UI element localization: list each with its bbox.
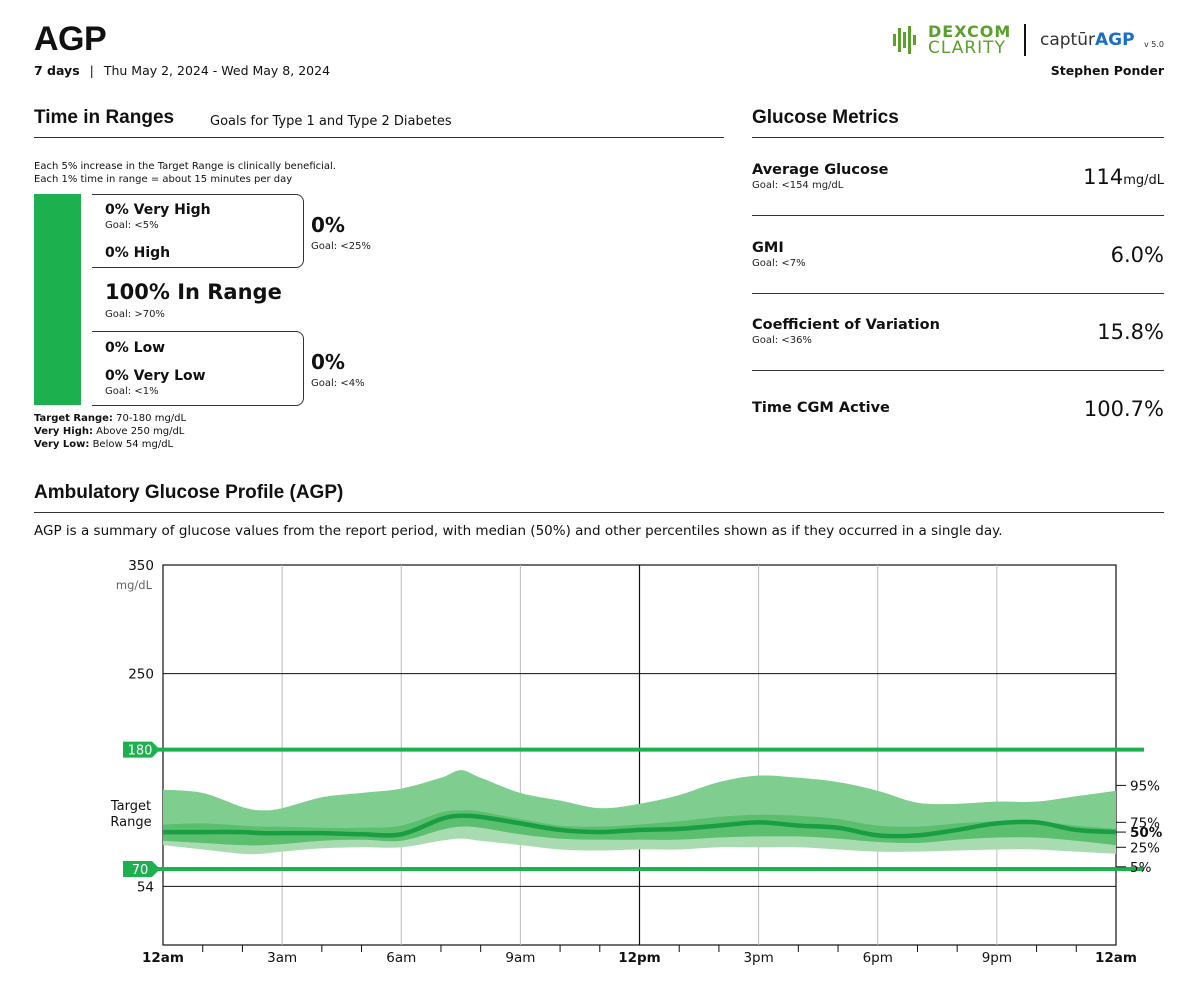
def-very-high: Very High: Above 250 mg/dL <box>34 426 184 437</box>
metric-divider <box>752 370 1164 371</box>
x-tick-label: 6pm <box>863 950 893 966</box>
metric-label-cgm-active: Time CGM Active <box>752 400 890 416</box>
in-range-label: 100% In Range <box>105 280 282 304</box>
very-low-label: 0% Very Low <box>105 368 206 384</box>
y-tick-label: 350 <box>128 558 154 574</box>
capturagp-logo: captūrAGP <box>1040 30 1135 50</box>
y-tick-label: 54 <box>137 879 154 895</box>
tir-note-2: Each 1% time in range = about 15 minutes… <box>34 174 293 185</box>
x-tick-label: 12pm <box>618 950 661 966</box>
tir-divider <box>34 137 724 138</box>
metric-divider <box>752 293 1164 294</box>
glucose-metrics-title: Glucose Metrics <box>752 107 899 128</box>
percentile-label: 25% <box>1130 840 1160 856</box>
metric-goal-gmi: Goal: <7% <box>752 258 806 269</box>
logo-version: v 5.0 <box>1144 40 1164 49</box>
report-date-range: Thu May 2, 2024 - Wed May 8, 2024 <box>103 63 331 78</box>
metric-goal-cv: Goal: <36% <box>752 335 812 346</box>
def-target-label: Target Range: <box>34 413 113 424</box>
page-title: AGP <box>34 20 107 58</box>
x-tick-label: 9am <box>505 950 535 966</box>
in-range-goal: Goal: >70% <box>105 309 165 320</box>
target-range-label: Target <box>110 799 151 814</box>
clarity-wordmark: CLARITY <box>928 38 1006 58</box>
agp-description: AGP is a summary of glucose values from … <box>34 523 1003 539</box>
percentile-label: 50% <box>1130 825 1163 841</box>
very-high-label: 0% Very High <box>105 202 211 218</box>
metric-label-avg-glucose: Average Glucose <box>752 162 889 178</box>
target-low-tag-label: 70 <box>132 863 149 878</box>
def-vhigh-label: Very High: <box>34 426 93 437</box>
in-range-bar <box>34 194 81 405</box>
metric-value-cv: 15.8% <box>1097 320 1164 344</box>
y-tick-label: 250 <box>128 667 154 683</box>
metric-value-cgm-active: 100.7% <box>1083 397 1164 421</box>
metric-value-gmi: 6.0% <box>1110 243 1164 267</box>
metrics-divider <box>752 137 1164 138</box>
target-high-tag-label: 180 <box>128 744 153 759</box>
metric-goal-avg-glucose: Goal: <154 mg/dL <box>752 180 844 191</box>
def-target: Target Range: 70-180 mg/dL <box>34 413 186 424</box>
very-low-goal: Goal: <1% <box>105 386 159 397</box>
low-combined-goal: Goal: <4% <box>311 378 365 389</box>
percentile-label: 5% <box>1130 860 1152 876</box>
metric-label-gmi: GMI <box>752 240 784 256</box>
captur-wordmark: captūr <box>1040 30 1095 50</box>
period-separator: | <box>89 63 94 78</box>
report-days: 7 days <box>34 63 80 78</box>
target-range-label: Range <box>110 815 151 830</box>
time-in-ranges-subtitle: Goals for Type 1 and Type 2 Diabetes <box>210 114 452 129</box>
x-tick-label: 9pm <box>982 950 1012 966</box>
agp-title: Ambulatory Glucose Profile (AGP) <box>34 482 344 503</box>
agp-chart: 180 70 350 250 54 mg/dL TargetRange 12am 3am 6am 9… <box>110 558 1163 966</box>
x-tick-label: 12am <box>142 950 184 966</box>
x-tick-label: 3pm <box>743 950 773 966</box>
very-high-goal: Goal: <5% <box>105 220 159 231</box>
avg-glucose-number: 114 <box>1083 165 1124 189</box>
x-tick-label: 3am <box>267 950 297 966</box>
agp-wordmark: AGP <box>1094 30 1135 50</box>
def-vlow-label: Very Low: <box>34 439 90 450</box>
low-label: 0% Low <box>105 340 166 356</box>
metric-value-avg-glucose: 114mg/dL <box>1083 165 1164 189</box>
def-target-value: 70-180 mg/dL <box>112 413 187 424</box>
def-very-low: Very Low: Below 54 mg/dL <box>34 439 173 450</box>
patient-name: Stephen Ponder <box>1050 63 1164 78</box>
tir-note-1: Each 5% increase in the Target Range is … <box>34 161 336 172</box>
agp-divider <box>34 512 1164 513</box>
high-combined-goal: Goal: <25% <box>311 241 371 252</box>
y-axis-unit: mg/dL <box>116 578 153 592</box>
def-vlow-value: Below 54 mg/dL <box>89 439 174 450</box>
percentile-label: 95% <box>1130 778 1160 794</box>
report-period: 7 days | Thu May 2, 2024 - Wed May 8, 20… <box>34 63 330 78</box>
time-in-ranges-title: Time in Ranges <box>34 107 175 128</box>
low-combined-pct: 0% <box>311 350 345 374</box>
def-vhigh-value: Above 250 mg/dL <box>92 426 185 437</box>
x-tick-label: 6am <box>386 950 416 966</box>
logo-divider <box>1024 24 1026 56</box>
metric-label-cv: Coefficient of Variation <box>752 317 940 333</box>
high-combined-pct: 0% <box>311 213 345 237</box>
x-tick-label: 12am <box>1095 950 1137 966</box>
high-label: 0% High <box>105 245 171 261</box>
metric-divider <box>752 215 1164 216</box>
dexcom-logo-icon <box>893 26 916 54</box>
avg-glucose-unit: mg/dL <box>1123 173 1164 188</box>
